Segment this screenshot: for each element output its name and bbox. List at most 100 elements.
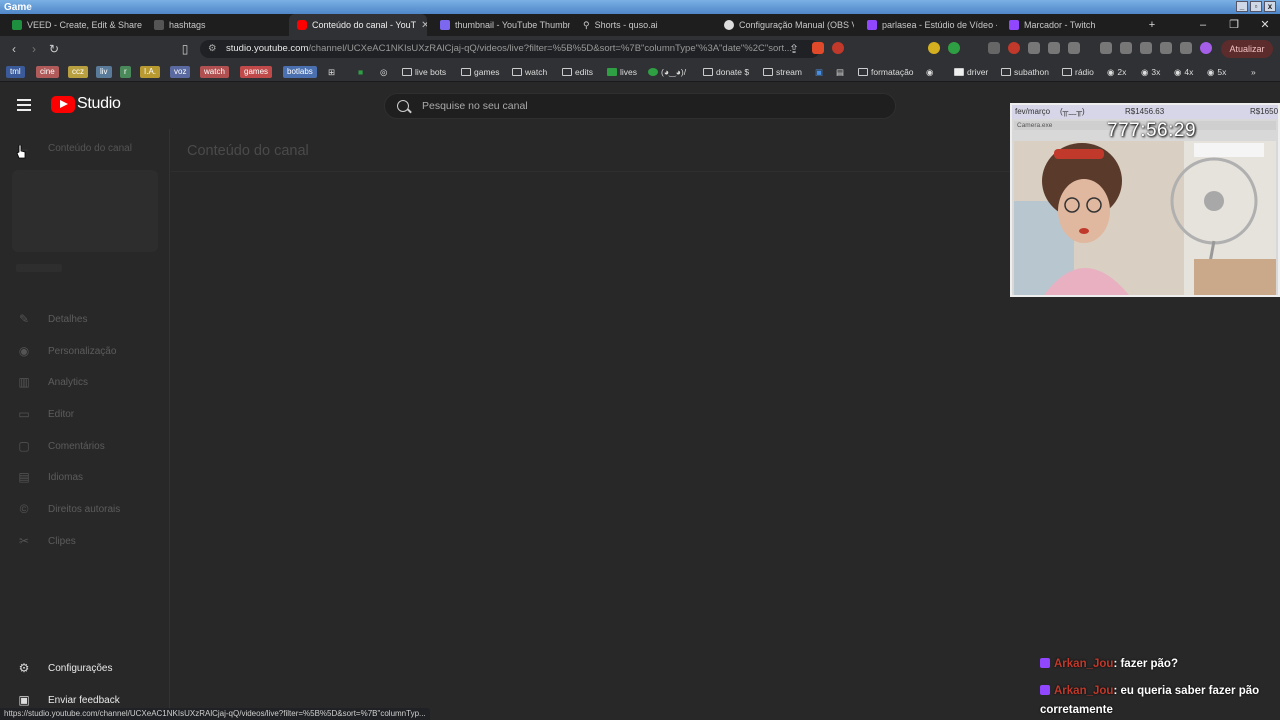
minimize-button[interactable]: – [1188,14,1218,36]
wallet-icon[interactable] [1140,42,1152,54]
new-tab-button[interactable]: + [1137,14,1167,36]
more-bookmarks-icon[interactable]: » [1251,66,1256,78]
brave-rewards-icon[interactable] [832,42,844,54]
close-window-button[interactable]: ✕ [1250,14,1280,36]
bookmark-folder-live-bots[interactable]: live bots [402,66,446,78]
feedback-icon: ▣ [18,693,30,707]
sidebar-icon[interactable] [1120,42,1132,54]
search-icon[interactable] [397,100,409,112]
extension-icon[interactable] [988,42,1000,54]
sidebar-item-clips[interactable]: ✂ Clipes [0,529,170,553]
bookmark-chip[interactable]: tml [6,66,25,78]
bookmark-folder-radio[interactable]: rádio [1062,66,1094,78]
hashtags-favicon-icon [154,20,164,30]
sidebar-item-label: Personalização [48,345,117,357]
bookmark-chip[interactable]: botlabs [283,66,317,78]
brave-shield-icon[interactable] [812,42,824,54]
bookmark-chip[interactable]: I.A. [140,66,161,78]
menu-icon[interactable] [17,99,31,111]
apps-grid-icon[interactable]: ⊞ [328,66,335,78]
restore-button[interactable]: ❐ [1219,14,1249,36]
sidebar-item-editor[interactable]: ▭ Editor [0,402,170,426]
youtube-logo-icon[interactable] [51,96,75,113]
bookmark-folder-watch[interactable]: watch [512,66,547,78]
profile-icon[interactable] [1200,42,1212,54]
bookmark-chip[interactable]: cine [36,66,59,78]
bookmark-5x[interactable]: ◉ 5x [1207,66,1226,78]
extension-icon[interactable] [1008,42,1020,54]
search-input[interactable]: Pesquise no seu canal [384,93,896,119]
music-icon[interactable] [1100,42,1112,54]
sidebar-item-languages[interactable]: ▤ Idiomas [0,465,170,489]
bookmark-folder-stream[interactable]: stream [763,66,802,78]
bookmark-favicon-icon[interactable]: ▣ [815,66,823,78]
analytics-icon: ▥ [18,375,30,389]
bookmark-folder-edits[interactable]: edits [562,66,593,78]
bookmark-chip[interactable]: watch [200,66,229,78]
bookmark-2x[interactable]: ◉ 2x [1107,66,1126,78]
bookmark-folder-games[interactable]: games [461,66,500,78]
tab-youtube-studio[interactable]: Conteúdo do canal - YouT ✕ [289,14,427,36]
shield-icon[interactable] [1180,42,1192,54]
extension-icon[interactable] [948,42,960,54]
bookmark-folder-formatacao[interactable]: formatação [858,66,914,78]
bookmark-label: stream [776,67,802,77]
tab-label: Conteúdo do canal - YouT [312,20,417,30]
sidebar-item-copyright[interactable]: © Direitos autorais [0,497,170,521]
address-bar[interactable]: ⚙ studio.youtube.com/channel/UCXeAC1NKIs… [200,40,820,58]
forward-arrow-icon[interactable]: › [26,41,42,57]
update-button[interactable]: Atualizar [1221,40,1273,58]
extension-icon[interactable] [1160,42,1172,54]
google-favicon-icon [724,20,734,30]
os-window-title: Game [4,1,32,13]
bookmark-emoticon[interactable]: (◕‿◕)/ [648,66,686,78]
bookmark-chip[interactable]: liv [96,66,112,78]
reload-icon[interactable]: ↻ [46,41,62,57]
tab-close-icon[interactable]: ✕ [421,20,427,31]
site-info-icon[interactable]: ⚙ [208,40,217,58]
tab-twitch-marker[interactable]: Marcador - Twitch [1001,14,1139,36]
bookmark-icon[interactable]: ▯ [177,41,193,57]
extension-icon[interactable] [1068,42,1080,54]
share-icon[interactable]: ⇪ [786,41,802,57]
bookmark-lives[interactable]: lives [607,66,637,78]
back-arrow-icon[interactable]: ‹ [6,41,22,57]
bookmark-label: donate $ [716,67,750,77]
extension-icon[interactable] [1028,42,1040,54]
globe-icon[interactable]: ◎ [380,66,387,78]
bookmark-chip[interactable]: games [240,66,273,78]
tab-obs-config[interactable]: Configuração Manual (OBS Ve [716,14,854,36]
tab-twitch-studio[interactable]: parlasea - Estúdio de Vídeo - T [859,14,997,36]
tab-shorts[interactable]: ⚲ Shorts - quso.ai [575,14,713,36]
bookmark-driver[interactable]: driver [954,66,988,78]
os-close-button[interactable]: x [1264,1,1276,12]
bookmark-label: subathon [1014,67,1049,77]
tab-label: Configuração Manual (OBS Ve [739,20,854,30]
os-minimize-button[interactable]: _ [1236,1,1248,12]
sidebar-item-comments[interactable]: ▢ Comentários [0,434,170,458]
tab-thumbnail[interactable]: thumbnail - YouTube Thumbn [432,14,570,36]
bookmark-4x[interactable]: ◉ 4x [1174,66,1193,78]
extension-icon[interactable] [928,42,940,54]
bookmark-chip[interactable]: voz [170,66,191,78]
sidebar-item-details[interactable]: ✎ Detalhes [0,307,170,331]
bookmarks-bar: tml cine ccz liv r I.A. voz watch games … [0,62,1280,82]
os-maximize-button[interactable]: ▫ [1250,1,1262,12]
extension-bookmark-icon[interactable]: ■ [358,66,363,78]
bookmark-folder-donate[interactable]: donate $ [703,66,749,78]
twitch-favicon-icon [1009,20,1019,30]
tab-veed[interactable]: VEED - Create, Edit & Share Vi [4,14,142,36]
puzzle-icon[interactable] [1048,42,1060,54]
bookmark-3x[interactable]: ◉ 3x [1141,66,1160,78]
sidebar-item-label: Detalhes [48,313,88,325]
bookmark-chip[interactable]: r [120,66,131,78]
sidebar-settings-button[interactable]: ⚙ Configurações [0,656,170,680]
bookmark-chip[interactable]: ccz [68,66,88,78]
globe-icon[interactable]: ◉ [926,66,933,78]
sidebar-item-customization[interactable]: ◉ Personalização [0,339,170,363]
browser-toolbar: ‹ › ↻ ▯ ⚙ studio.youtube.com/channel/UCX… [0,36,1280,62]
bookmark-favicon-icon[interactable]: ▤ [836,66,844,78]
bookmark-folder-subathon[interactable]: subathon [1001,66,1049,78]
tab-hashtags[interactable]: hashtags [146,14,284,36]
sidebar-item-analytics[interactable]: ▥ Analytics [0,370,170,394]
